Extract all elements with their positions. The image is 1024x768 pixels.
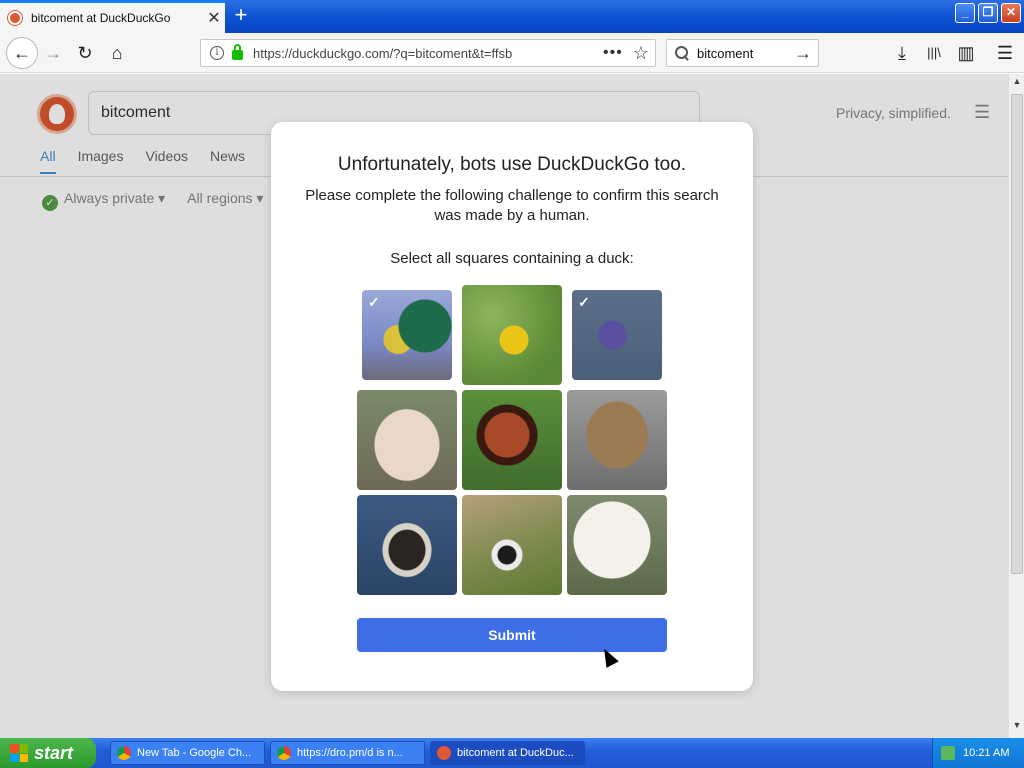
taskbar-item-chrome-newtab[interactable]: New Tab - Google Ch... [110, 741, 265, 765]
close-window-button[interactable]: ✕ [1001, 3, 1021, 23]
bot-challenge-modal: Unfortunately, bots use DuckDuckGo too. … [271, 122, 753, 691]
network-icon[interactable] [941, 746, 955, 760]
site-info-icon[interactable]: i [210, 46, 224, 60]
search-icon [675, 46, 689, 60]
search-bar[interactable]: bitcoment → [666, 39, 819, 67]
taskbar-item-chrome-dropm[interactable]: https://dro.pm/d is n... [270, 741, 425, 765]
chrome-icon [277, 746, 291, 760]
url-bar[interactable]: i https://duckduckgo.com/?q=bitcoment&t=… [200, 39, 656, 67]
bookmark-star-icon[interactable]: ☆ [633, 43, 649, 64]
challenge-tile-7[interactable] [357, 495, 457, 595]
title-bar: bitcoment at DuckDuckGo ✕ + _ ❐ ✕ [0, 0, 1024, 33]
tab-close-icon[interactable]: ✕ [203, 8, 225, 28]
taskbar-item-firefox-ddg[interactable]: bitcoment at DuckDuc... [430, 741, 585, 765]
challenge-tile-9[interactable] [567, 495, 667, 595]
page-actions-icon[interactable]: ••• [603, 44, 623, 62]
windows-taskbar: start New Tab - Google Ch... https://dro… [0, 738, 1024, 768]
challenge-title: Unfortunately, bots use DuckDuckGo too. [337, 154, 687, 175]
lock-icon [232, 44, 243, 60]
challenge-tile-8[interactable] [462, 495, 562, 595]
search-query[interactable]: bitcoment [697, 46, 794, 61]
menu-icon[interactable]: ☰ [993, 41, 1017, 65]
submit-button[interactable]: Submit [357, 618, 667, 652]
challenge-tile-4[interactable] [357, 390, 457, 490]
navigation-toolbar: ← → ↻ ⌂ i https://duckduckgo.com/?q=bitc… [0, 33, 1024, 73]
tab-title: bitcoment at DuckDuckGo [31, 11, 171, 25]
challenge-tile-2[interactable] [462, 285, 562, 385]
reload-button[interactable]: ↻ [73, 41, 97, 65]
minimize-button[interactable]: _ [955, 3, 975, 23]
scroll-thumb[interactable] [1011, 94, 1023, 574]
back-button[interactable]: ← [6, 37, 38, 69]
maximize-button[interactable]: ❐ [978, 3, 998, 23]
challenge-tile-5[interactable] [462, 390, 562, 490]
download-icon[interactable]: ⤓ [890, 41, 914, 65]
start-label: start [34, 742, 74, 763]
chrome-icon [117, 746, 131, 760]
system-tray: 10:21 AM [932, 738, 1024, 768]
go-arrow-icon[interactable]: → [794, 43, 812, 64]
page-content: bitcoment Privacy, simplified. ☰ All Ima… [0, 74, 1008, 738]
clock: 10:21 AM [963, 747, 1010, 759]
windows-logo-icon [10, 744, 28, 762]
page-scrollbar[interactable]: ▲ ▼ [1008, 74, 1024, 738]
forward-button[interactable]: → [41, 41, 65, 65]
challenge-tile-1[interactable]: ✓ [362, 290, 452, 380]
library-icon[interactable]: |||\ [922, 41, 946, 65]
challenge-tile-3[interactable]: ✓ [572, 290, 662, 380]
checkmark-icon: ✓ [578, 294, 590, 310]
duckduckgo-favicon-icon [8, 11, 22, 25]
url-text[interactable]: https://duckduckgo.com/?q=bitcoment&t=ff… [253, 46, 603, 61]
challenge-prompt: Select all squares containing a duck: [390, 250, 634, 267]
challenge-subtitle: Please complete the following challenge … [305, 187, 719, 224]
home-button[interactable]: ⌂ [105, 41, 129, 65]
challenge-tile-6[interactable] [567, 390, 667, 490]
scroll-up-icon[interactable]: ▲ [1011, 76, 1023, 90]
checkmark-icon: ✓ [368, 294, 380, 310]
new-tab-button[interactable]: + [229, 4, 253, 28]
sidebar-icon[interactable]: ▥ [954, 41, 978, 65]
start-button[interactable]: start [0, 738, 96, 768]
scroll-down-icon[interactable]: ▼ [1011, 720, 1023, 734]
browser-tab[interactable]: bitcoment at DuckDuckGo ✕ [0, 1, 225, 33]
firefox-icon [437, 746, 451, 760]
